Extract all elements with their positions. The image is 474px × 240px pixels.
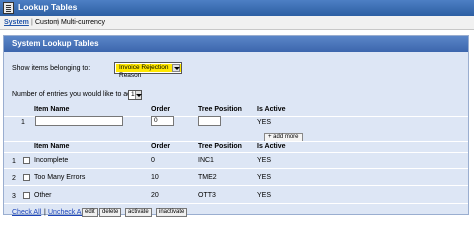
chevron-down-icon[interactable] — [172, 64, 180, 72]
uncheck-all-link[interactable]: Uncheck All — [48, 209, 85, 216]
show-items-label: Show items belonging to: — [12, 65, 91, 72]
lookup-panel: System Lookup Tables Show items belongin… — [3, 35, 469, 217]
row-order: 0 — [151, 157, 155, 164]
window-title: Lookup Tables — [18, 2, 78, 12]
new-item-name-header: Item Name — [34, 106, 70, 113]
check-all-link[interactable]: Check All — [12, 209, 41, 216]
panel-title: System Lookup Tables — [12, 39, 99, 48]
new-tree-position-header: Tree Position — [198, 106, 242, 113]
tab-separator: | — [57, 19, 59, 26]
row-number: 2 — [12, 175, 16, 182]
row-checkbox[interactable] — [23, 174, 30, 181]
tab-custom[interactable]: Custom — [35, 19, 59, 26]
is-active-header: Is Active — [257, 143, 286, 150]
row-number: 1 — [12, 158, 16, 165]
row-item-name: Incomplete — [34, 157, 69, 164]
new-order-input[interactable]: 0 — [151, 116, 174, 126]
tab-separator: | — [31, 19, 33, 26]
row-checkbox[interactable] — [23, 157, 30, 164]
row-tree-position: OTT3 — [198, 192, 216, 199]
window-titlebar: Lookup Tables — [0, 0, 474, 16]
row-order: 10 — [151, 174, 159, 181]
entries-label: Number of entries you would like to add: — [12, 91, 137, 98]
row-tree-position: TME2 — [198, 174, 217, 181]
new-row-number: 1 — [21, 119, 25, 126]
divider — [4, 152, 468, 153]
row-tree-position: INC1 — [198, 157, 214, 164]
new-is-active-header: Is Active — [257, 106, 286, 113]
divider — [4, 185, 468, 186]
row-item-name: Other — [34, 192, 52, 199]
app-icon — [3, 2, 14, 14]
row-item-name: Too Many Errors — [34, 174, 86, 181]
row-order: 20 — [151, 192, 159, 199]
action-separator: | — [44, 209, 46, 216]
chevron-down-icon[interactable] — [135, 91, 142, 99]
item-name-header: Item Name — [34, 143, 70, 150]
new-tree-position-input[interactable] — [198, 116, 221, 126]
new-is-active-value: YES — [257, 119, 272, 126]
row-checkbox[interactable] — [23, 192, 30, 199]
order-header: Order — [151, 143, 171, 150]
tab-bar: System | Custom | Multi-currency — [0, 16, 474, 30]
lookup-type-select[interactable]: Invoice Rejection Reason — [114, 62, 182, 79]
activate-button[interactable]: activate — [125, 208, 152, 217]
divider — [4, 168, 468, 169]
row-is-active: YES — [257, 174, 272, 181]
divider — [4, 203, 468, 204]
row-is-active: YES — [257, 157, 272, 164]
new-order-header: Order — [151, 106, 171, 113]
row-is-active: YES — [257, 192, 272, 199]
inactivate-button[interactable]: inactivate — [156, 208, 188, 217]
new-item-name-input[interactable] — [35, 116, 123, 126]
tab-multi-currency[interactable]: Multi-currency — [61, 19, 105, 26]
edit-button[interactable]: edit — [82, 208, 98, 217]
tab-system[interactable]: System — [4, 19, 29, 26]
row-number: 3 — [12, 193, 16, 200]
divider — [4, 141, 468, 142]
delete-button[interactable]: delete — [99, 208, 122, 217]
panel-header: System Lookup Tables — [4, 36, 468, 52]
entries-count-select[interactable]: 1 — [128, 90, 142, 100]
tree-position-header: Tree Position — [198, 143, 242, 150]
